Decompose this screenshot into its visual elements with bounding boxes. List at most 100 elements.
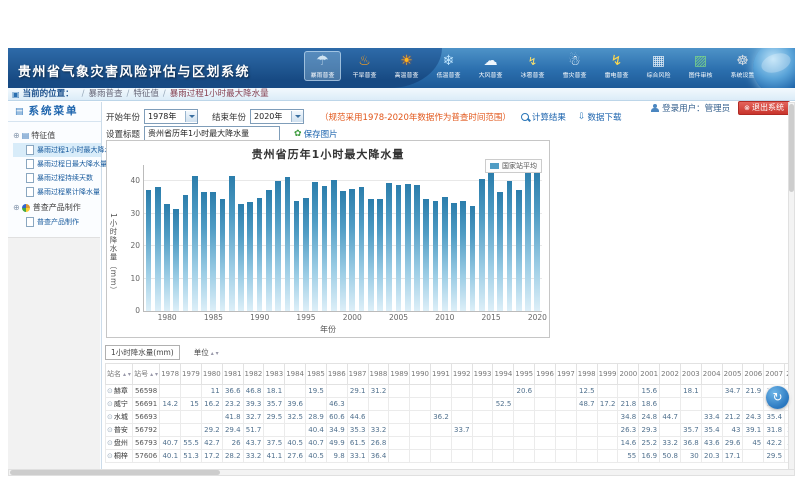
- horizontal-scrollbar[interactable]: [8, 469, 795, 476]
- sort-icons: ▴ ▾: [150, 371, 158, 378]
- column-header-year[interactable]: 1984: [285, 364, 306, 385]
- snow-icon: ☃: [557, 52, 592, 71]
- column-header-year[interactable]: 1993: [472, 364, 493, 385]
- column-header-year[interactable]: 2000: [618, 364, 639, 385]
- toolbar-item-snow[interactable]: ☃雪灾普查: [556, 51, 593, 81]
- breadcrumb-item[interactable]: 特征值: [133, 89, 159, 99]
- value-cell: 9.8: [326, 450, 347, 463]
- wind-icon: ☁: [473, 52, 508, 71]
- station-name-cell[interactable]: ⊙桐梓: [106, 450, 133, 463]
- toolbar-item-lightning[interactable]: ↯雷电普查: [598, 51, 635, 81]
- column-header-year[interactable]: 1981: [222, 364, 243, 385]
- value-cell: 39.1: [743, 424, 764, 437]
- column-header-year[interactable]: 1982: [243, 364, 264, 385]
- station-name-cell[interactable]: ⊙赫章: [106, 385, 133, 398]
- toolbar-item-rain[interactable]: ☂暴雨普查: [304, 51, 341, 81]
- sidebar-item[interactable]: 暴雨过程日最大降水量: [13, 157, 101, 171]
- toolbar-item-risk[interactable]: ▦综合风险: [640, 51, 677, 81]
- column-header-year[interactable]: 1988: [368, 364, 389, 385]
- sidebar-item[interactable]: 暴雨过程累计降水量: [13, 185, 101, 199]
- bar-1996: [312, 182, 318, 311]
- value-cell: [618, 385, 639, 398]
- toolbar-item-cold[interactable]: ❄低温普查: [430, 51, 467, 81]
- bar-1988: [238, 204, 244, 311]
- toolbar-item-hail[interactable]: ↯冰雹普查: [514, 51, 551, 81]
- station-name-cell[interactable]: ⊙威宁: [106, 398, 133, 411]
- value-cell: [743, 398, 764, 411]
- column-header-year[interactable]: 1979: [181, 364, 202, 385]
- save-image-button[interactable]: ✿保存图片: [294, 128, 338, 140]
- column-header-year[interactable]: 1980: [201, 364, 222, 385]
- toolbar-item-map[interactable]: ▨图件审核: [682, 51, 719, 81]
- value-cell: 50.8: [660, 450, 681, 463]
- row-expand-icon[interactable]: ⊙: [107, 387, 113, 395]
- station-name-cell[interactable]: ⊙盘州: [106, 437, 133, 450]
- download-button[interactable]: ⇩数据下载: [578, 111, 622, 123]
- expand-icon[interactable]: ⊕: [13, 203, 20, 212]
- column-header-year[interactable]: 2005: [722, 364, 743, 385]
- column-header-year[interactable]: 1986: [326, 364, 347, 385]
- column-header-year[interactable]: 1995: [514, 364, 535, 385]
- column-header-year[interactable]: 2007: [764, 364, 785, 385]
- column-header-year[interactable]: 1983: [264, 364, 285, 385]
- value-type-box[interactable]: 1小时降水量(mm): [105, 345, 180, 360]
- vertical-scrollbar[interactable]: [788, 102, 795, 470]
- toolbar-item-drought[interactable]: ♨干旱普查: [346, 51, 383, 81]
- scrollbar-thumb[interactable]: [789, 104, 794, 192]
- column-header-year[interactable]: 1978: [160, 364, 181, 385]
- column-header-year[interactable]: 1990: [410, 364, 431, 385]
- column-header-year[interactable]: 2002: [660, 364, 681, 385]
- column-header-year[interactable]: 1997: [555, 364, 576, 385]
- unit-sort-header[interactable]: 单位▴ ▾: [194, 347, 219, 358]
- value-cell: 44.7: [660, 411, 681, 424]
- value-cell: [555, 385, 576, 398]
- row-expand-icon[interactable]: ⊙: [107, 426, 113, 434]
- end-year-select[interactable]: 2020年: [250, 109, 304, 124]
- row-expand-icon[interactable]: ⊙: [107, 413, 113, 421]
- column-header-name[interactable]: 站名▴ ▾: [106, 364, 133, 385]
- map-icon: ▨: [683, 52, 718, 71]
- toolbar-item-heat[interactable]: ☀高温普查: [388, 51, 425, 81]
- column-header-year[interactable]: 1985: [306, 364, 327, 385]
- column-header-year[interactable]: 1994: [493, 364, 514, 385]
- value-cell: 51.7: [243, 424, 264, 437]
- value-cell: 15.6: [639, 385, 660, 398]
- value-cell: [410, 385, 431, 398]
- column-header-year[interactable]: 1996: [535, 364, 556, 385]
- expand-icon[interactable]: ⊕: [13, 131, 20, 140]
- scrollbar-thumb[interactable]: [10, 470, 220, 475]
- sidebar-item[interactable]: 暴雨过程1小时最大降水量: [13, 143, 101, 157]
- sidebar: ▤系统菜单 ⊕▤特征值暴雨过程1小时最大降水量暴雨过程日最大降水量暴雨过程持续天…: [8, 102, 102, 470]
- row-expand-icon[interactable]: ⊙: [107, 439, 113, 447]
- breadcrumb-item[interactable]: 暴雨过程1小时最大降水量: [170, 89, 269, 99]
- column-header-year[interactable]: 2006: [743, 364, 764, 385]
- start-year-select[interactable]: 1978年: [144, 109, 198, 124]
- column-header-year[interactable]: 2001: [639, 364, 660, 385]
- column-header-year[interactable]: 2004: [701, 364, 722, 385]
- column-header-year[interactable]: 1999: [597, 364, 618, 385]
- column-header-year[interactable]: 1987: [347, 364, 368, 385]
- column-header-year[interactable]: 1992: [451, 364, 472, 385]
- column-header-year[interactable]: 1998: [576, 364, 597, 385]
- sidebar-item[interactable]: 普查产品制作: [13, 215, 101, 229]
- column-header-year[interactable]: 2003: [680, 364, 701, 385]
- station-id-cell: 56693: [132, 411, 159, 424]
- sidebar-group-1[interactable]: ⊕普查产品制作: [13, 202, 101, 213]
- chart-title-input[interactable]: [144, 126, 280, 141]
- breadcrumb-item[interactable]: 暴雨普查: [88, 89, 122, 99]
- column-header-year[interactable]: 1989: [389, 364, 410, 385]
- value-cell: [660, 398, 681, 411]
- calculate-button[interactable]: 计算结果: [521, 111, 566, 123]
- row-expand-icon[interactable]: ⊙: [107, 452, 113, 460]
- station-name-cell[interactable]: ⊙普安: [106, 424, 133, 437]
- station-name-cell[interactable]: ⊙水城: [106, 411, 133, 424]
- station-name: 水城: [114, 413, 128, 421]
- column-header-year[interactable]: 1991: [430, 364, 451, 385]
- value-cell: 33.2: [368, 424, 389, 437]
- column-header-id[interactable]: 站号▴ ▾: [132, 364, 159, 385]
- toolbar-item-wind[interactable]: ☁大风普查: [472, 51, 509, 81]
- floating-refresh-badge[interactable]: ↻: [766, 386, 789, 409]
- row-expand-icon[interactable]: ⊙: [107, 400, 113, 408]
- sidebar-group-0[interactable]: ⊕▤特征值: [13, 130, 101, 141]
- sidebar-item[interactable]: 暴雨过程持续天数: [13, 171, 101, 185]
